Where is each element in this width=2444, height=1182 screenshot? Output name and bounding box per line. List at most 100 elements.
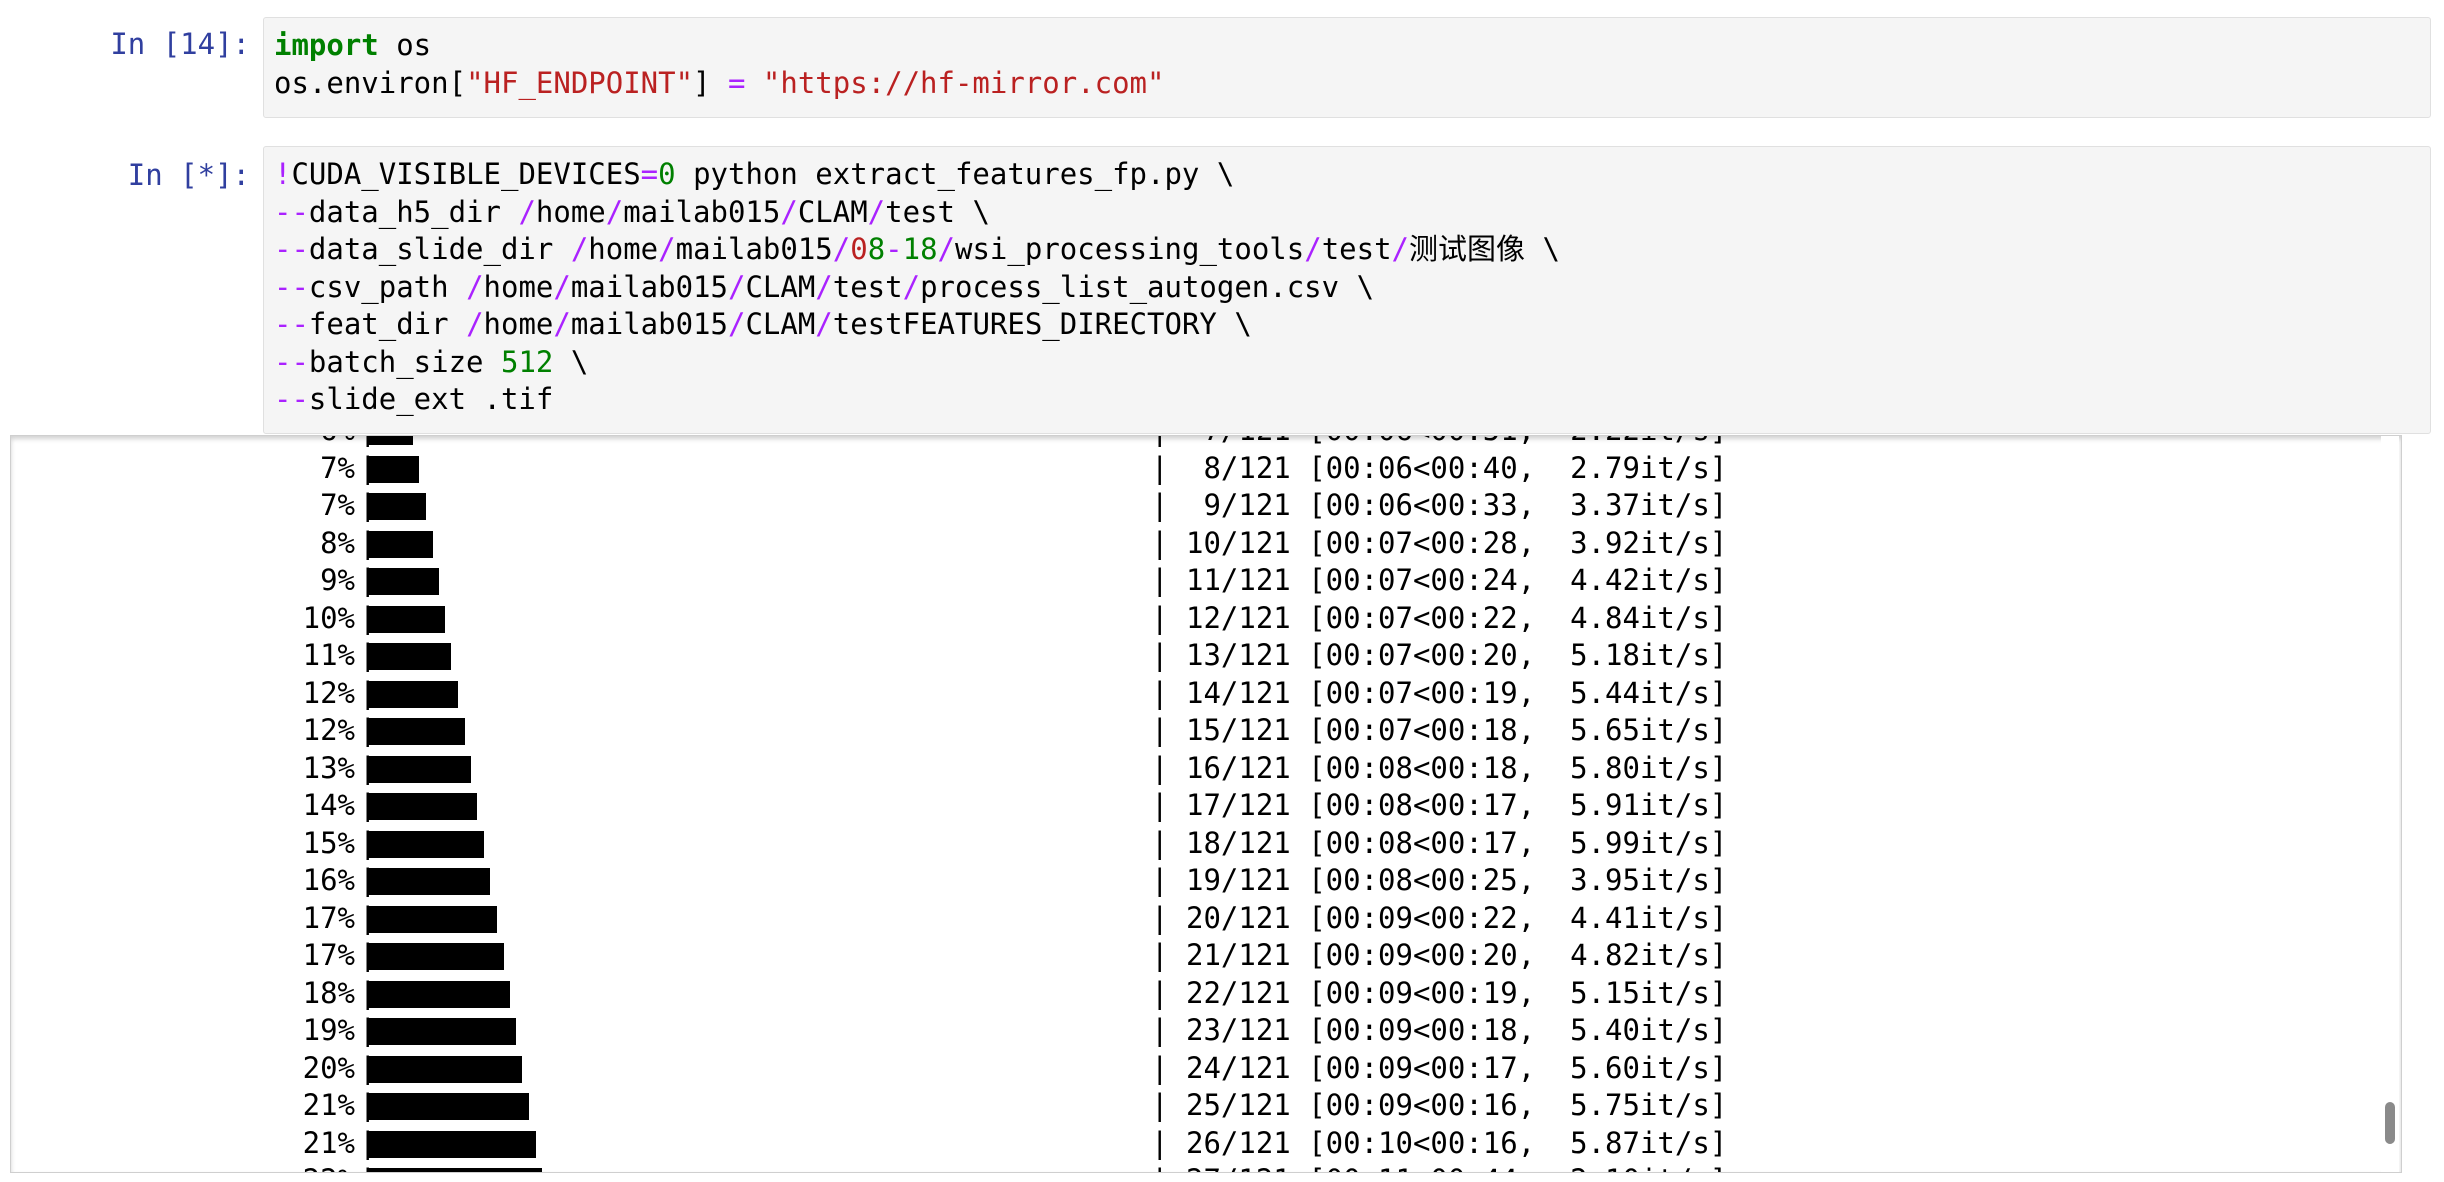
progress-bar-right-edge: | [1151, 975, 1169, 1010]
progress-stats: 20/121 [00:09<00:22, 4.41it/s] [1186, 900, 1728, 935]
code-token: home [588, 232, 659, 266]
code-token: test [1321, 232, 1392, 266]
progress-row: 12%||15/121 [00:07<00:18, 5.65it/s] [11, 712, 2401, 750]
code-token: / [553, 269, 571, 304]
code-token: / [553, 307, 571, 341]
code-line: import os [274, 27, 1164, 65]
progress-stats: 8/121 [00:06<00:40, 2.79it/s] [1186, 450, 1728, 485]
code-line: --batch_size 512 \ [274, 344, 1560, 382]
progress-row: 11%||13/121 [00:07<00:20, 5.18it/s] [11, 637, 2401, 675]
progress-percent: 18% [302, 975, 355, 1010]
code-token: batch_size [308, 344, 501, 379]
progress-percent: 19% [302, 1013, 355, 1047]
progress-percent: 9% [320, 563, 355, 597]
progress-stats: 21/121 [00:09<00:20, 4.82it/s] [1186, 938, 1728, 972]
progress-stats: 25/121 [00:09<00:16, 5.75it/s] [1186, 1088, 1728, 1122]
progress-bar-right-edge: | [1151, 825, 1169, 860]
progress-bar-right-edge: | [1151, 450, 1169, 485]
code-token: / [1391, 232, 1409, 266]
code-token: slide_ext .tif [308, 382, 554, 416]
code-token: mailab015 [623, 194, 781, 229]
progress-bar-right-edge: | [1151, 1162, 1168, 1172]
code-cell-input[interactable]: import os os.environ["HF_ENDPOINT"] = "ht… [263, 17, 2431, 118]
code-token: csv_path [308, 269, 467, 304]
code-token: / [902, 269, 921, 304]
progress-row: 7%|| 8/121 [00:06<00:40, 2.79it/s] [11, 450, 2401, 488]
code-token: / [727, 269, 746, 304]
code-line: --slide_ext .tif [274, 381, 1560, 419]
code-token: CUDA_VISIBLE_DEVICES [291, 157, 641, 191]
progress-bar-fill [368, 755, 471, 783]
progress-row: 18%||22/121 [00:09<00:19, 5.15it/s] [11, 975, 2401, 1013]
progress-percent: 17% [302, 900, 355, 935]
progress-row: 22%||27/121 [00:11<00:44, 2.10it/s] [11, 1162, 2401, 1172]
code-token: = [640, 157, 659, 191]
code-token: / [867, 194, 886, 229]
cell-output-scroll-area[interactable]: 6%|| 7/121 [00:06<00:51, 2.22it/s]7%|| 8… [10, 435, 2402, 1173]
progress-row: 17%||21/121 [00:09<00:20, 4.82it/s] [11, 937, 2401, 975]
progress-bar-right-edge: | [1151, 788, 1169, 822]
code-line: --data_slide_dir /home/mailab015/08-18/w… [274, 231, 1560, 269]
progress-bar-right-edge: | [1151, 863, 1169, 897]
code-token: -- [274, 307, 309, 341]
progress-bar-right-edge: | [1151, 436, 1168, 450]
progress-bar-right-edge: | [1151, 750, 1169, 785]
code-token: / [727, 307, 746, 341]
code-line: os.environ["HF_ENDPOINT"] = "https://hf-… [274, 65, 1164, 103]
progress-bar-right-edge: | [1151, 938, 1169, 972]
progress-percent: 13% [302, 750, 355, 785]
progress-percent: 10% [302, 600, 355, 635]
progress-percent: 6% [320, 436, 355, 450]
progress-row: 6%|| 7/121 [00:06<00:51, 2.22it/s] [11, 436, 2401, 450]
progress-bar-right-edge: | [1151, 713, 1169, 747]
progress-bar-right-edge: | [1151, 600, 1169, 635]
progress-bar-fill [368, 718, 465, 745]
code-line: --data_h5_dir /home/mailab015/CLAM/test … [274, 194, 1560, 232]
code-token: CLAM [745, 307, 816, 341]
progress-row: 19%||23/121 [00:09<00:18, 5.40it/s] [11, 1012, 2401, 1050]
progress-bar-fill [368, 868, 490, 895]
progress-bar-right-edge: | [1151, 525, 1169, 560]
progress-bar-right-edge: | [1151, 1013, 1169, 1047]
scrollbar-thumb[interactable] [2385, 1102, 2395, 1144]
code-token: testFEATURES_DIRECTORY \ [832, 307, 1252, 341]
code-token: process_list_autogen.csv \ [920, 269, 1375, 304]
code-token: -- [274, 269, 309, 304]
progress-stats: 24/121 [00:09<00:17, 5.60it/s] [1186, 1050, 1728, 1085]
code-token: test [832, 269, 903, 304]
progress-bar-fill [368, 905, 497, 933]
code-token: feat_dir [308, 307, 467, 341]
code-token: "https://hf-mirror.com" [762, 65, 1165, 100]
progress-row: 13%||16/121 [00:08<00:18, 5.80it/s] [11, 750, 2401, 788]
progress-percent: 22% [303, 1162, 355, 1172]
code-token: / [780, 194, 798, 229]
code-line: --csv_path /home/mailab015/CLAM/test/pro… [274, 269, 1560, 307]
code-token: = [727, 65, 746, 100]
output-scrollbar[interactable] [2381, 436, 2399, 1172]
code-token: / [1304, 232, 1322, 266]
code-token: \ [553, 344, 589, 379]
code-token: 测试图像 \ [1409, 232, 1560, 266]
code-token: / [658, 232, 676, 266]
code-editor[interactable]: !CUDA_VISIBLE_DEVICES=0 python extract_f… [274, 156, 1560, 419]
progress-row: 7%|| 9/121 [00:06<00:33, 3.37it/s] [11, 487, 2401, 525]
code-token: 8 [867, 232, 886, 266]
progress-stats: 17/121 [00:08<00:17, 5.91it/s] [1186, 788, 1728, 822]
code-token: -- [274, 232, 309, 266]
code-token: mailab015 [570, 269, 728, 304]
code-token: -- [274, 344, 309, 379]
code-token: / [815, 269, 833, 304]
progress-bar-fill [368, 793, 477, 820]
progress-bar-right-edge: | [1151, 563, 1169, 597]
code-cell-input[interactable]: !CUDA_VISIBLE_DEVICES=0 python extract_f… [263, 146, 2431, 434]
code-token: mailab015 [675, 232, 833, 266]
progress-bar-fill [368, 568, 439, 595]
progress-stats: 27/121 [00:11<00:44, 2.10it/s] [1186, 1162, 1727, 1172]
code-editor[interactable]: import os os.environ["HF_ENDPOINT"] = "ht… [274, 27, 1164, 102]
progress-row: 10%||12/121 [00:07<00:22, 4.84it/s] [11, 600, 2401, 638]
code-token: / [832, 232, 851, 266]
code-token: / [518, 194, 536, 229]
code-token: / [815, 307, 833, 341]
progress-row: 21%||25/121 [00:09<00:16, 5.75it/s] [11, 1087, 2401, 1125]
